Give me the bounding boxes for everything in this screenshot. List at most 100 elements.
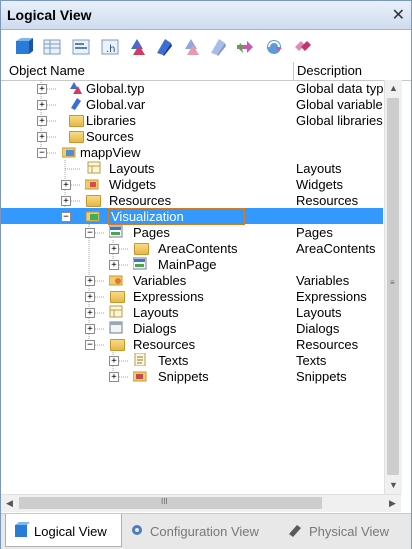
- tree-item-description: Expressions: [296, 289, 367, 304]
- tree-row-global-typ[interactable]: + Global.typ Global data typ: [1, 80, 383, 96]
- refresh-icon[interactable]: [264, 37, 284, 57]
- collapse-icon[interactable]: −: [85, 228, 95, 238]
- expand-icon[interactable]: +: [85, 276, 95, 286]
- variables-folder-icon: [109, 275, 123, 286]
- tree-item-label: Snippets: [158, 369, 209, 384]
- tree-row-widgets[interactable]: + Widgets Widgets: [1, 176, 383, 192]
- tree-row-libraries[interactable]: + Libraries Global libraries: [1, 112, 383, 128]
- scroll-right-icon[interactable]: ▶: [384, 495, 401, 512]
- tab-label: Physical View: [309, 524, 389, 539]
- scroll-down-icon[interactable]: ▼: [385, 477, 402, 494]
- expand-icon[interactable]: +: [37, 100, 47, 110]
- configuration-view-icon: [132, 525, 142, 535]
- table-icon[interactable]: [42, 37, 62, 57]
- expand-icon[interactable]: +: [61, 180, 71, 190]
- column-separator[interactable]: [293, 62, 294, 80]
- tree-item-label: Texts: [158, 353, 189, 368]
- scroll-left-icon[interactable]: ◀: [1, 495, 18, 512]
- expand-icon[interactable]: +: [85, 308, 95, 318]
- expand-icon[interactable]: +: [109, 372, 119, 382]
- tree-row-sources[interactable]: + Sources: [1, 128, 383, 144]
- vertical-scrollbar[interactable]: ▲ ≡ ▼: [384, 80, 402, 494]
- tree-item-label: Layouts: [109, 161, 155, 176]
- folder-icon: [69, 115, 84, 127]
- header-icon[interactable]: .h: [100, 37, 120, 57]
- tree-row-pages[interactable]: − Pages Pages: [1, 224, 383, 240]
- vertical-scroll-thumb[interactable]: ≡: [387, 98, 399, 475]
- tree-item-label: Resources: [133, 337, 196, 352]
- expand-icon[interactable]: +: [85, 324, 95, 334]
- tree-item-description: Layouts: [296, 305, 342, 320]
- tree-item-label: Widgets: [109, 177, 156, 192]
- tree-row-mappview[interactable]: − mappView: [1, 144, 383, 160]
- expand-icon[interactable]: +: [61, 196, 71, 206]
- tab-physical-view[interactable]: Physical View: [283, 514, 403, 546]
- tab-logical-view[interactable]: Logical View: [5, 514, 122, 547]
- folder-icon: [86, 195, 101, 207]
- tree-item-description: Texts: [296, 353, 327, 368]
- tree-row-variables[interactable]: + Variables Variables: [1, 272, 383, 288]
- texts-icon: [134, 353, 146, 366]
- folder-icon: [110, 339, 125, 351]
- tree-row-dialogs[interactable]: + Dialogs Dialogs: [1, 320, 383, 336]
- horizontal-scrollbar[interactable]: ◀ III ▶: [1, 494, 401, 512]
- tree-row-areacontents[interactable]: + AreaContents AreaContents: [1, 240, 383, 256]
- tree-row-global-var[interactable]: + Global.var Global variable: [1, 96, 383, 112]
- expand-icon[interactable]: +: [109, 356, 119, 366]
- datatype-icon[interactable]: [127, 37, 147, 57]
- collapse-icon[interactable]: −: [85, 340, 95, 350]
- tree-row-mainpage[interactable]: + MainPage: [1, 256, 383, 272]
- tree-row-layouts-2[interactable]: + Layouts Layouts: [1, 304, 383, 320]
- dialog-icon: [109, 321, 123, 334]
- expand-icon[interactable]: +: [37, 132, 47, 142]
- tab-configuration-view[interactable]: Configuration View: [125, 514, 275, 546]
- layout-icon: [109, 305, 123, 318]
- widgets-icon: [85, 179, 99, 190]
- delete-icon[interactable]: [293, 37, 313, 57]
- expand-icon[interactable]: +: [109, 244, 119, 254]
- description-header[interactable]: Description: [297, 63, 362, 78]
- logical-view-panel: Logical View ✕ .h Object Name Descriptio…: [0, 0, 412, 549]
- physical-view-icon: [289, 525, 301, 537]
- object-tree: + Global.typ Global data typ + Global.va…: [1, 80, 383, 494]
- tree-row-snippets[interactable]: + Snippets Snippets: [1, 368, 383, 384]
- tree-row-texts[interactable]: + Texts Texts: [1, 352, 383, 368]
- expand-icon[interactable]: +: [109, 260, 119, 270]
- scroll-up-icon[interactable]: ▲: [385, 80, 402, 97]
- tree-item-label: mappView: [80, 145, 141, 160]
- tree-item-label: Layouts: [133, 305, 179, 320]
- svg-text:.h: .h: [106, 44, 116, 55]
- package-icon[interactable]: [13, 37, 33, 57]
- open-icon[interactable]: [181, 37, 201, 57]
- edit-icon[interactable]: [208, 37, 228, 57]
- tree-item-label: Global.var: [86, 97, 146, 112]
- structure-icon[interactable]: [71, 37, 91, 57]
- expand-icon[interactable]: +: [85, 292, 95, 302]
- horizontal-scroll-thumb[interactable]: [19, 497, 322, 509]
- expand-icon[interactable]: +: [37, 116, 47, 126]
- mappview-folder-icon: [62, 147, 76, 158]
- tree-item-description: AreaContents: [296, 241, 376, 256]
- visualization-icon: [86, 211, 100, 222]
- tree-row-expressions[interactable]: + Expressions Expressions: [1, 288, 383, 304]
- tree-row-visualization[interactable]: − Visualization: [1, 208, 383, 225]
- tree-row-layouts[interactable]: Layouts Layouts: [1, 160, 383, 176]
- object-name-header[interactable]: Object Name: [9, 63, 85, 78]
- tree-row-resources[interactable]: + Resources Resources: [1, 192, 383, 208]
- grip-icon: ≡: [390, 278, 395, 287]
- column-header: Object Name Description: [1, 62, 411, 81]
- page-icon: [133, 257, 147, 270]
- expand-icon[interactable]: +: [37, 84, 47, 94]
- panel-title: Logical View: [7, 7, 92, 23]
- tree-item-label: MainPage: [158, 257, 217, 272]
- folder-icon: [69, 131, 84, 143]
- tree-row-resources-2[interactable]: − Resources Resources: [1, 336, 383, 352]
- tree-item-description: Global libraries: [296, 113, 383, 128]
- tree-item-description: Dialogs: [296, 321, 340, 336]
- variable-icon[interactable]: [154, 37, 174, 57]
- close-icon[interactable]: ✕: [392, 5, 405, 25]
- move-icon[interactable]: [235, 37, 255, 57]
- collapse-icon[interactable]: −: [61, 212, 71, 222]
- collapse-icon[interactable]: −: [37, 148, 47, 158]
- tree-item-description: Variables: [296, 273, 350, 288]
